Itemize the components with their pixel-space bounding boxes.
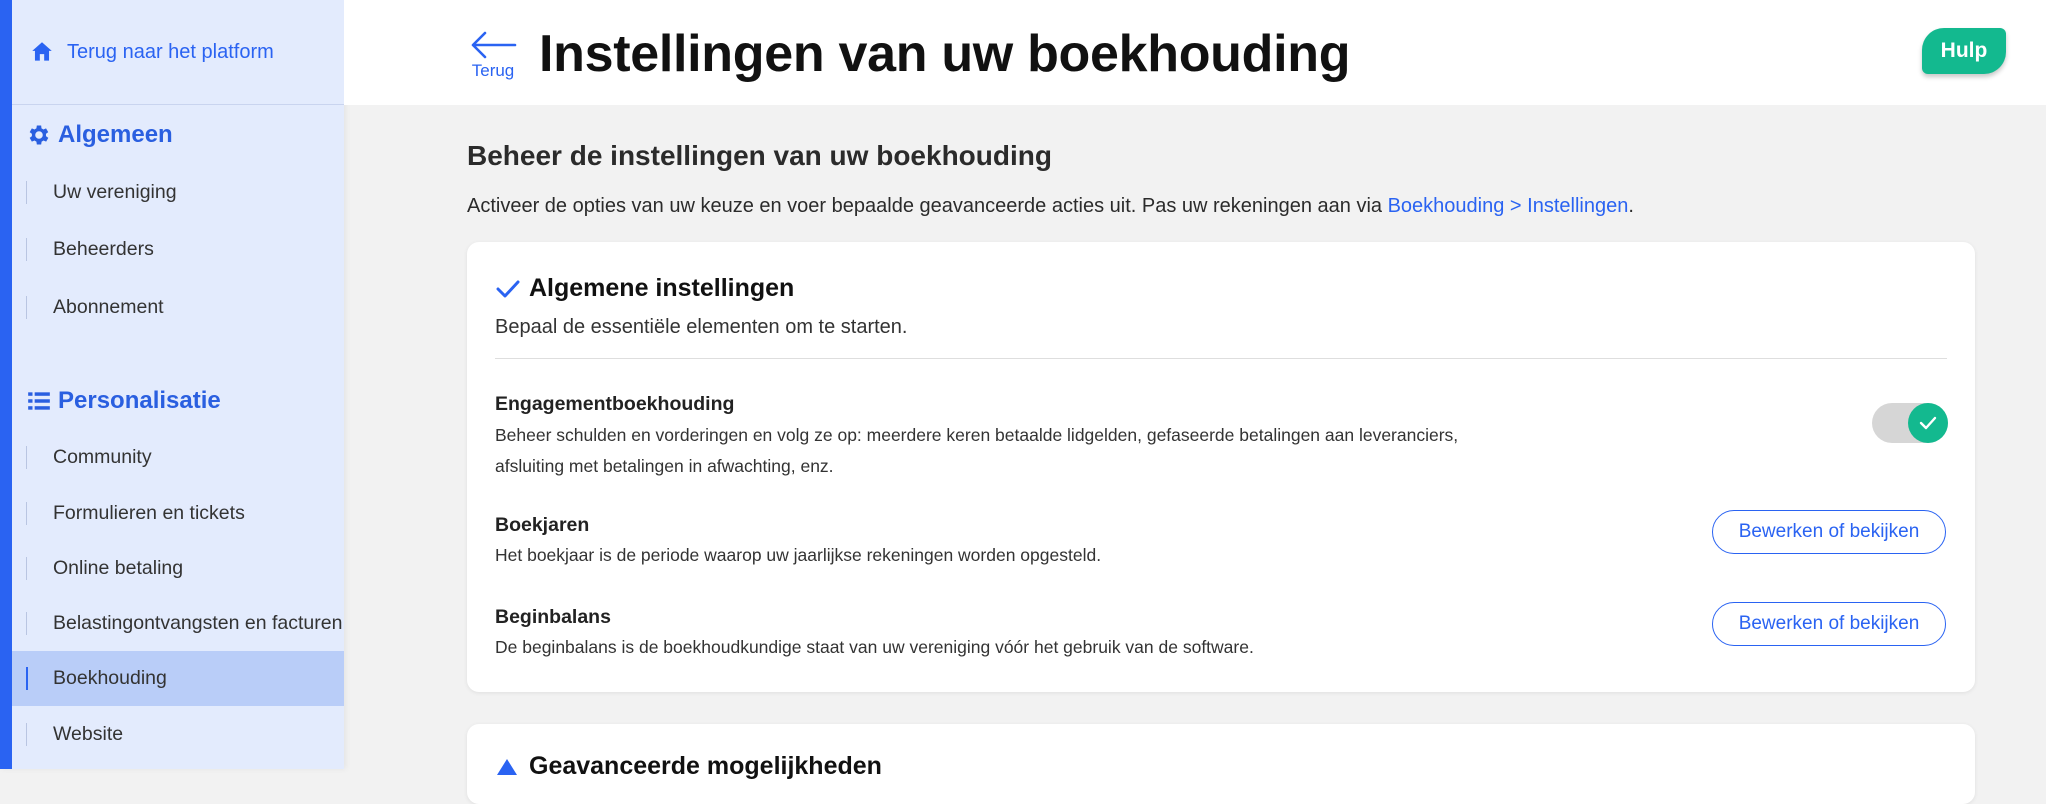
sidebar-item-website[interactable]: Website	[12, 707, 344, 762]
general-settings-title-label: Algemene instellingen	[529, 274, 795, 302]
sidebar-item-beheerders[interactable]: Beheerders	[12, 222, 344, 277]
check-icon	[1919, 416, 1937, 430]
sidebar-item-label: Online betaling	[53, 557, 184, 579]
help-button[interactable]: Hulp	[1922, 28, 2006, 74]
section-title-personalisation-label: Personalisatie	[58, 387, 221, 414]
accounting-settings-link[interactable]: Boekhouding > Instellingen	[1388, 195, 1629, 217]
sidebar-item-label: Abonnement	[53, 296, 164, 318]
page-header: Terug Instellingen van uw boekhouding Hu…	[344, 0, 2046, 105]
advanced-options-card: Geavanceerde mogelijkheden	[467, 724, 1975, 804]
sidebar-item-label: Beheerders	[53, 238, 154, 260]
sidebar-item-label: Belastingontvangsten en facturen	[53, 612, 343, 634]
section-heading: Beheer de instellingen van uw boekhoudin…	[467, 140, 1052, 171]
setting-desc-engagement: Beheer schulden en vorderingen en volg z…	[495, 425, 1459, 476]
list-icon	[28, 392, 50, 410]
sidebar-item-label: Boekhouding	[53, 667, 167, 689]
setting-desc-boekjaren: Het boekjaar is de periode waarop uw jaa…	[495, 545, 1102, 565]
sidebar-item-belastingontvangsten[interactable]: Belastingontvangsten en facturen	[12, 596, 344, 651]
checkmark-icon	[496, 280, 520, 297]
back-to-platform-label: Terug naar het platform	[67, 40, 274, 63]
sidebar-item-abonnement[interactable]: Abonnement	[12, 280, 344, 335]
sidebar-item-uw-vereniging[interactable]: Uw vereniging	[12, 165, 344, 220]
sidebar-item-online-betaling[interactable]: Online betaling	[12, 541, 344, 596]
sidebar-item-label: Uw vereniging	[53, 181, 177, 203]
arrow-left-icon	[471, 31, 517, 59]
sidebar-item-label: Website	[53, 723, 124, 745]
edit-fiscal-years-button[interactable]: Bewerken of bekijken	[1712, 510, 1946, 554]
engagement-toggle[interactable]	[1872, 403, 1948, 443]
section-title-general-label: Algemeen	[58, 121, 173, 148]
advanced-options-title[interactable]: Geavanceerde mogelijkheden	[495, 752, 882, 781]
back-button-label: Terug	[471, 61, 515, 80]
setting-desc-beginbalans: De beginbalans is de boekhoudkundige sta…	[495, 637, 1254, 657]
back-to-platform-link[interactable]: Terug naar het platform	[12, 0, 344, 105]
section-description: Activeer de opties van uw keuze en voer …	[467, 195, 1634, 218]
sidebar-item-label: Formulieren en tickets	[53, 502, 245, 524]
description-text: Activeer de opties van uw keuze en voer …	[467, 195, 1388, 217]
advanced-options-title-label: Geavanceerde mogelijkheden	[529, 752, 882, 780]
sidebar: Terug naar het platform Algemeen Uw vere…	[0, 0, 344, 769]
description-end: .	[1628, 195, 1634, 217]
setting-name-boekjaren: Boekjaren	[495, 514, 590, 536]
toggle-knob	[1908, 403, 1948, 443]
sidebar-item-boekhouding[interactable]: Boekhouding	[12, 651, 344, 706]
sidebar-item-label: Community	[53, 446, 152, 468]
home-icon	[32, 42, 52, 61]
sidebar-item-formulieren[interactable]: Formulieren en tickets	[12, 486, 344, 541]
setting-name-beginbalans: Beginbalans	[495, 606, 611, 628]
chevron-up-icon	[497, 758, 517, 775]
section-title-personalisation: Personalisatie	[26, 387, 221, 415]
edit-opening-balance-button[interactable]: Bewerken of bekijken	[1712, 602, 1946, 646]
setting-name-engagement: Engagementboekhouding	[495, 393, 735, 415]
back-button[interactable]: Terug	[468, 30, 518, 85]
general-settings-subtitle: Bepaal de essentiële elementen om te sta…	[495, 316, 908, 338]
general-settings-title: Algemene instellingen	[495, 274, 794, 303]
gear-icon	[29, 125, 49, 145]
divider	[495, 358, 1947, 359]
general-settings-card: Algemene instellingen Bepaal de essentië…	[467, 242, 1975, 692]
sidebar-item-community[interactable]: Community	[12, 430, 344, 485]
page-title: Instellingen van uw boekhouding	[539, 25, 1351, 83]
section-title-general: Algemeen	[26, 121, 173, 149]
